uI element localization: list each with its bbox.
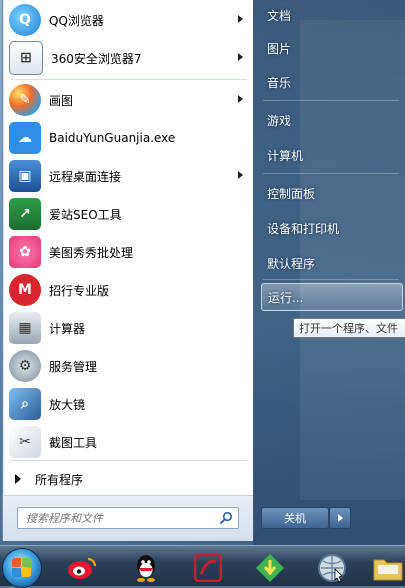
download-arrow-icon[interactable] <box>250 550 290 586</box>
run-tooltip: 打开一个程序、文件 <box>293 318 405 338</box>
program-pane: Q QQ浏览器 ⊞ 360安全浏览器7 ✎ 画图 ☁ BaiduYunGuanjia.exe ▣… <box>2 0 254 541</box>
program-item[interactable]: ✎ 画图 <box>7 82 249 118</box>
divider <box>263 100 399 101</box>
qq-icon[interactable] <box>126 550 166 586</box>
magnifier-icon: ⌕ <box>9 388 41 420</box>
places-item-devices-printers[interactable]: 设备和打印机 <box>263 213 399 243</box>
program-item[interactable]: ⌕ 放大镜 <box>7 386 249 422</box>
all-programs-button[interactable]: 所有程序 <box>7 466 249 492</box>
windows-logo-quad <box>12 568 21 577</box>
program-label: 美图秀秀批处理 <box>49 245 134 260</box>
places-item-label: 计算机 <box>267 148 304 163</box>
program-label: 计算器 <box>49 321 86 336</box>
places-item-label: 默认程序 <box>267 256 316 271</box>
submenu-arrow-icon[interactable] <box>238 95 243 103</box>
windows-logo-icon <box>12 558 21 567</box>
shutdown-button[interactable]: 关机 <box>261 507 329 529</box>
run-command-item[interactable]: 运行... <box>261 283 403 311</box>
places-item-computer[interactable]: 计算机 <box>263 140 399 170</box>
program-item[interactable]: ↗ 爱站SEO工具 <box>7 196 249 232</box>
program-item[interactable]: Q QQ浏览器 <box>7 2 249 38</box>
search-area <box>3 495 253 541</box>
paint-icon: ✎ <box>9 84 41 116</box>
remote-desktop-icon: ▣ <box>9 160 41 192</box>
program-label: QQ浏览器 <box>49 13 104 28</box>
program-label: 爱站SEO工具 <box>49 207 122 222</box>
divider <box>11 460 247 461</box>
places-item-control-panel[interactable]: 控制面板 <box>263 178 399 208</box>
places-item-pictures[interactable]: 图片 <box>263 33 399 63</box>
places-item-label: 控制面板 <box>267 186 316 201</box>
program-item[interactable]: ✂ 截图工具 <box>7 424 249 460</box>
aizhan-seo-icon: ↗ <box>9 198 41 230</box>
run-label: 运行... <box>268 290 304 305</box>
shutdown-options-button[interactable] <box>329 507 351 529</box>
meitu-icon: ✿ <box>9 236 41 268</box>
program-label: 放大镜 <box>49 397 86 412</box>
places-item-label: 设备和打印机 <box>267 221 340 236</box>
places-item-label: 文档 <box>267 8 292 23</box>
chevron-right-icon <box>337 514 343 522</box>
places-item-label: 图片 <box>267 41 292 56</box>
program-label: 画图 <box>49 93 74 108</box>
360-browser-icon: ⊞ <box>9 41 43 75</box>
snipping-tool-icon: ✂ <box>9 426 41 458</box>
windows-logo-quad <box>22 558 31 567</box>
places-item-label: 音乐 <box>267 75 292 90</box>
weibo-icon[interactable] <box>62 550 102 586</box>
windows-logo-quad <box>22 568 31 577</box>
program-item[interactable]: ▣ 远程桌面连接 <box>7 158 249 194</box>
program-item[interactable]: ✿ 美图秀秀批处理 <box>7 234 249 270</box>
baidu-cloud-icon: ☁ <box>9 122 41 154</box>
calculator-icon: ▦ <box>9 312 41 344</box>
divider <box>11 79 247 80</box>
start-button[interactable] <box>2 548 42 588</box>
program-item[interactable]: ☁ BaiduYunGuanjia.exe <box>7 120 249 156</box>
program-label: 截图工具 <box>49 435 98 450</box>
taskbar <box>0 545 405 588</box>
expand-arrow-icon <box>15 474 21 484</box>
program-label: 360安全浏览器7 <box>51 51 142 66</box>
program-label: 招行专业版 <box>49 283 110 298</box>
qq-browser-icon: Q <box>9 4 41 36</box>
program-label: 远程桌面连接 <box>49 169 122 184</box>
places-item-label: 游戏 <box>267 113 292 128</box>
places-item-music[interactable]: 音乐 <box>263 67 399 97</box>
start-menu: Q QQ浏览器 ⊞ 360安全浏览器7 ✎ 画图 ☁ BaiduYunGuanjia.exe ▣… <box>0 0 405 545</box>
tooltip-text: 打开一个程序、文件 <box>299 322 398 335</box>
folder-icon[interactable] <box>368 550 405 586</box>
program-item[interactable]: ⊞ 360安全浏览器7 <box>7 40 249 76</box>
places-pane: 文档图片音乐游戏计算机控制面板设备和打印机 默认程序 运行... 关机 <box>253 0 405 545</box>
shutdown-label: 关机 <box>284 512 306 525</box>
browser-globe-icon[interactable] <box>312 550 352 586</box>
submenu-arrow-icon[interactable] <box>238 53 243 61</box>
submenu-arrow-icon[interactable] <box>238 171 243 179</box>
program-item[interactable]: M 招行专业版 <box>7 272 249 308</box>
places-item-documents[interactable]: 文档 <box>263 0 399 30</box>
search-icon[interactable] <box>219 511 233 525</box>
program-item[interactable]: ▦ 计算器 <box>7 310 249 346</box>
app-red-icon[interactable] <box>188 550 228 586</box>
search-input[interactable] <box>24 510 218 526</box>
search-box[interactable] <box>17 507 239 529</box>
submenu-arrow-icon[interactable] <box>238 15 243 23</box>
divider <box>263 173 399 174</box>
places-item-default-programs[interactable]: 默认程序 <box>263 248 399 278</box>
program-item[interactable]: ⚙ 服务管理 <box>7 348 249 384</box>
services-icon: ⚙ <box>9 350 41 382</box>
program-label: BaiduYunGuanjia.exe <box>49 131 176 145</box>
cmb-bank-icon: M <box>9 274 41 306</box>
all-programs-label: 所有程序 <box>35 472 84 487</box>
places-item-games[interactable]: 游戏 <box>263 105 399 135</box>
program-label: 服务管理 <box>49 359 98 374</box>
divider <box>263 279 399 280</box>
